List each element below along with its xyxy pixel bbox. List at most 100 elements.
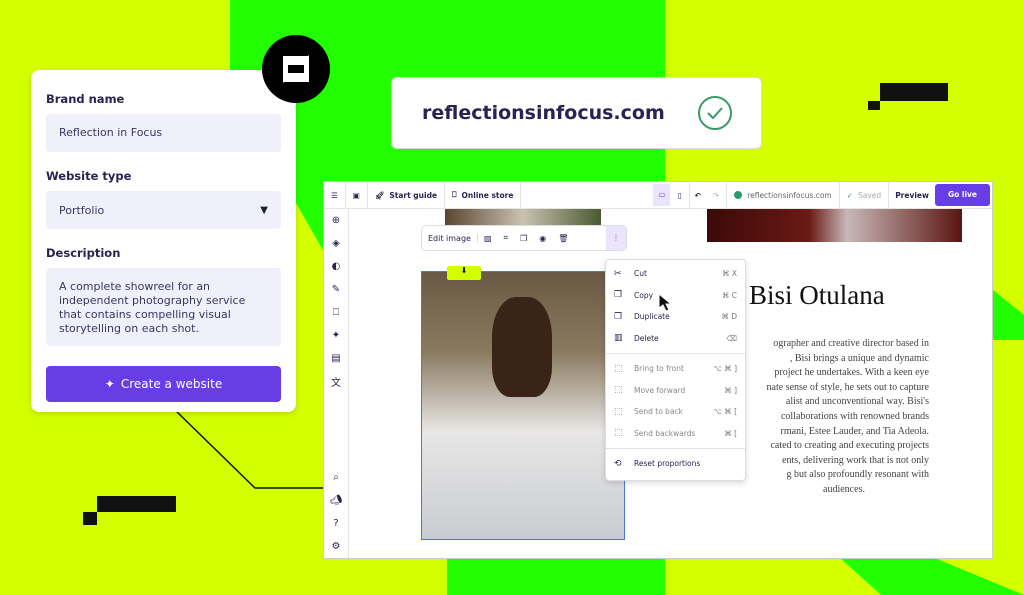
- go-live-button[interactable]: Go live: [934, 184, 990, 206]
- trash-icon[interactable]: 🗑︎: [552, 234, 574, 243]
- description-label: Description: [46, 246, 121, 260]
- help-icon[interactable]: ?: [333, 512, 338, 535]
- settings-icon[interactable]: ⚙: [332, 535, 341, 558]
- menu-item-send-to-back[interactable]: ⬚ Send to back ⌥ ⌘ [: [606, 401, 745, 423]
- menu-item-label: Send to back: [634, 407, 684, 417]
- search-icon[interactable]: ⌕: [333, 466, 339, 489]
- copy-icon: ❐: [614, 290, 623, 301]
- create-website-label: Create a website: [120, 377, 223, 391]
- menu-item-label: Reset proportions: [634, 459, 701, 469]
- eye-icon[interactable]: ◉: [533, 234, 552, 243]
- menu-item-cut[interactable]: ✂ Cut ⌘ X: [606, 263, 745, 285]
- brand-logo: [262, 35, 330, 103]
- translate-icon[interactable]: 文: [331, 370, 341, 393]
- check-icon: ✓: [846, 190, 854, 200]
- menu-item-reset-proportions[interactable]: ⟲ Reset proportions: [606, 453, 745, 475]
- menu-divider: [606, 448, 745, 449]
- layers-icon[interactable]: ◈: [332, 232, 340, 255]
- menu-item-label: Send backwards: [634, 428, 696, 438]
- menu-item-label: Cut: [634, 269, 647, 279]
- menu-item-label: Delete: [634, 333, 659, 343]
- domain-card: reflectionsinfocus.com: [391, 77, 762, 149]
- menu-item-shortcut: ⌘ C: [721, 290, 737, 300]
- edit-image-button[interactable]: Edit image: [422, 233, 478, 243]
- layer-icon: ⬚: [614, 428, 623, 439]
- layer-icon: ⬚: [614, 406, 623, 417]
- bag-icon: ⎕: [452, 190, 457, 199]
- add-element-icon[interactable]: ⊕: [332, 209, 340, 232]
- start-guide-button[interactable]: 🚀︎ Start guide: [368, 182, 446, 208]
- url-label: reflectionsinfocus.com: [747, 190, 832, 200]
- trash-icon: ▥: [614, 333, 623, 344]
- mobile-view-icon[interactable]: ▯: [670, 182, 690, 208]
- menu-item-label: Copy: [634, 290, 654, 300]
- brand-name-label: Brand name: [46, 92, 125, 106]
- preview-button[interactable]: Preview: [889, 191, 935, 200]
- start-guide-label: Start guide: [389, 190, 438, 200]
- menu-item-shortcut: ⌫: [726, 333, 737, 343]
- duplicate-icon: ❐: [614, 311, 623, 322]
- menu-item-shortcut: ⌘ [: [724, 428, 737, 438]
- menu-item-move-forward[interactable]: ⬚ Move forward ⌘ ]: [606, 380, 745, 402]
- analytics-icon[interactable]: ▤: [331, 347, 340, 370]
- pen-icon[interactable]: ✎: [332, 278, 340, 301]
- menu-item-label: Duplicate: [634, 312, 670, 322]
- flower-image[interactable]: [445, 209, 601, 226]
- scissors-icon: ✂: [614, 268, 622, 279]
- reset-icon: ⟲: [614, 458, 622, 469]
- layer-icon: ⬚: [614, 363, 623, 374]
- menu-item-bring-to-front[interactable]: ⬚ Bring to front ⌥ ⌘ ]: [606, 358, 745, 380]
- saved-status: ✓ Saved: [840, 182, 890, 208]
- portrait-image[interactable]: ⬇: [421, 266, 625, 540]
- download-icon[interactable]: ⬇: [447, 266, 481, 280]
- website-type-label: Website type: [46, 169, 132, 183]
- menu-item-delete[interactable]: ▥ Delete ⌫: [606, 328, 745, 350]
- online-store-label: Online store: [461, 190, 514, 200]
- status-dot-icon: [734, 191, 743, 199]
- url-display[interactable]: reflectionsinfocus.com: [727, 182, 840, 208]
- brand-name-input[interactable]: Reflection in Focus: [46, 114, 281, 152]
- pixel-decoration: [83, 512, 97, 525]
- check-circle-icon: [698, 96, 732, 130]
- menu-item-shortcut: ⌘ X: [721, 269, 737, 279]
- menu-item-shortcut: ⌘ ]: [724, 385, 737, 395]
- portrait-figure: [492, 297, 552, 397]
- domain-name: reflectionsinfocus.com: [422, 102, 665, 124]
- panel-toggle-icon[interactable]: ▣: [346, 182, 368, 208]
- editor-window: ☰ ▣ 🚀︎ Start guide ⎕ Online store ▭ ▯ ↶ ↷ …: [323, 181, 993, 559]
- undo-icon[interactable]: ↶: [690, 191, 706, 200]
- store-icon[interactable]: ⎕: [333, 301, 339, 324]
- crop-icon[interactable]: ⌗: [498, 233, 515, 243]
- menu-divider: [606, 353, 745, 354]
- menu-item-shortcut: ⌘ D: [721, 312, 737, 322]
- online-store-button[interactable]: ⎕ Online store: [445, 182, 522, 208]
- replace-image-icon[interactable]: ▨: [478, 234, 498, 243]
- menu-item-shortcut: ⌥ ⌘ ]: [713, 364, 737, 374]
- ai-tools-icon[interactable]: ✦: [332, 324, 340, 347]
- image-toolbar: Edit image ▨ ⌗ ❐ ◉ 🗑︎ ⋮: [421, 225, 627, 251]
- more-options-icon[interactable]: ⋮: [606, 226, 626, 250]
- menu-item-label: Bring to front: [634, 364, 684, 374]
- desktop-view-icon[interactable]: ▭: [653, 184, 671, 206]
- layer-icon: ⬚: [614, 385, 623, 396]
- palette-icon[interactable]: ◐: [332, 255, 341, 278]
- header-image[interactable]: [707, 209, 962, 242]
- megaphone-icon[interactable]: 📣︎: [330, 489, 343, 512]
- bio-line: audiences.: [823, 483, 865, 495]
- copy-icon[interactable]: ❐: [514, 234, 533, 243]
- left-sidebar: ⊕ ◈ ◐ ✎ ⎕ ✦ ▤ 文 ⌕ 📣︎? ⚙: [324, 209, 349, 558]
- pixel-decoration: [880, 83, 948, 101]
- rocket-icon: 🚀︎: [374, 190, 385, 200]
- redo-icon[interactable]: ↷: [706, 182, 728, 208]
- website-type-value: Portfolio: [59, 203, 105, 217]
- website-type-select[interactable]: Portfolio ▼: [46, 191, 281, 229]
- menu-item-send-backwards[interactable]: ⬚ Send backwards ⌘ [: [606, 423, 745, 445]
- bg-green: [296, 182, 324, 252]
- create-website-button[interactable]: ✦ Create a website: [46, 366, 281, 402]
- menu-icon[interactable]: ☰: [324, 182, 346, 208]
- page-title: Bisi Otulana: [749, 280, 885, 310]
- bg-green: [993, 290, 1024, 340]
- description-textarea[interactable]: A complete showreel for an independent p…: [46, 268, 281, 346]
- pixel-decoration: [97, 496, 176, 512]
- website-form-card: Brand name Reflection in Focus Website t…: [31, 70, 296, 412]
